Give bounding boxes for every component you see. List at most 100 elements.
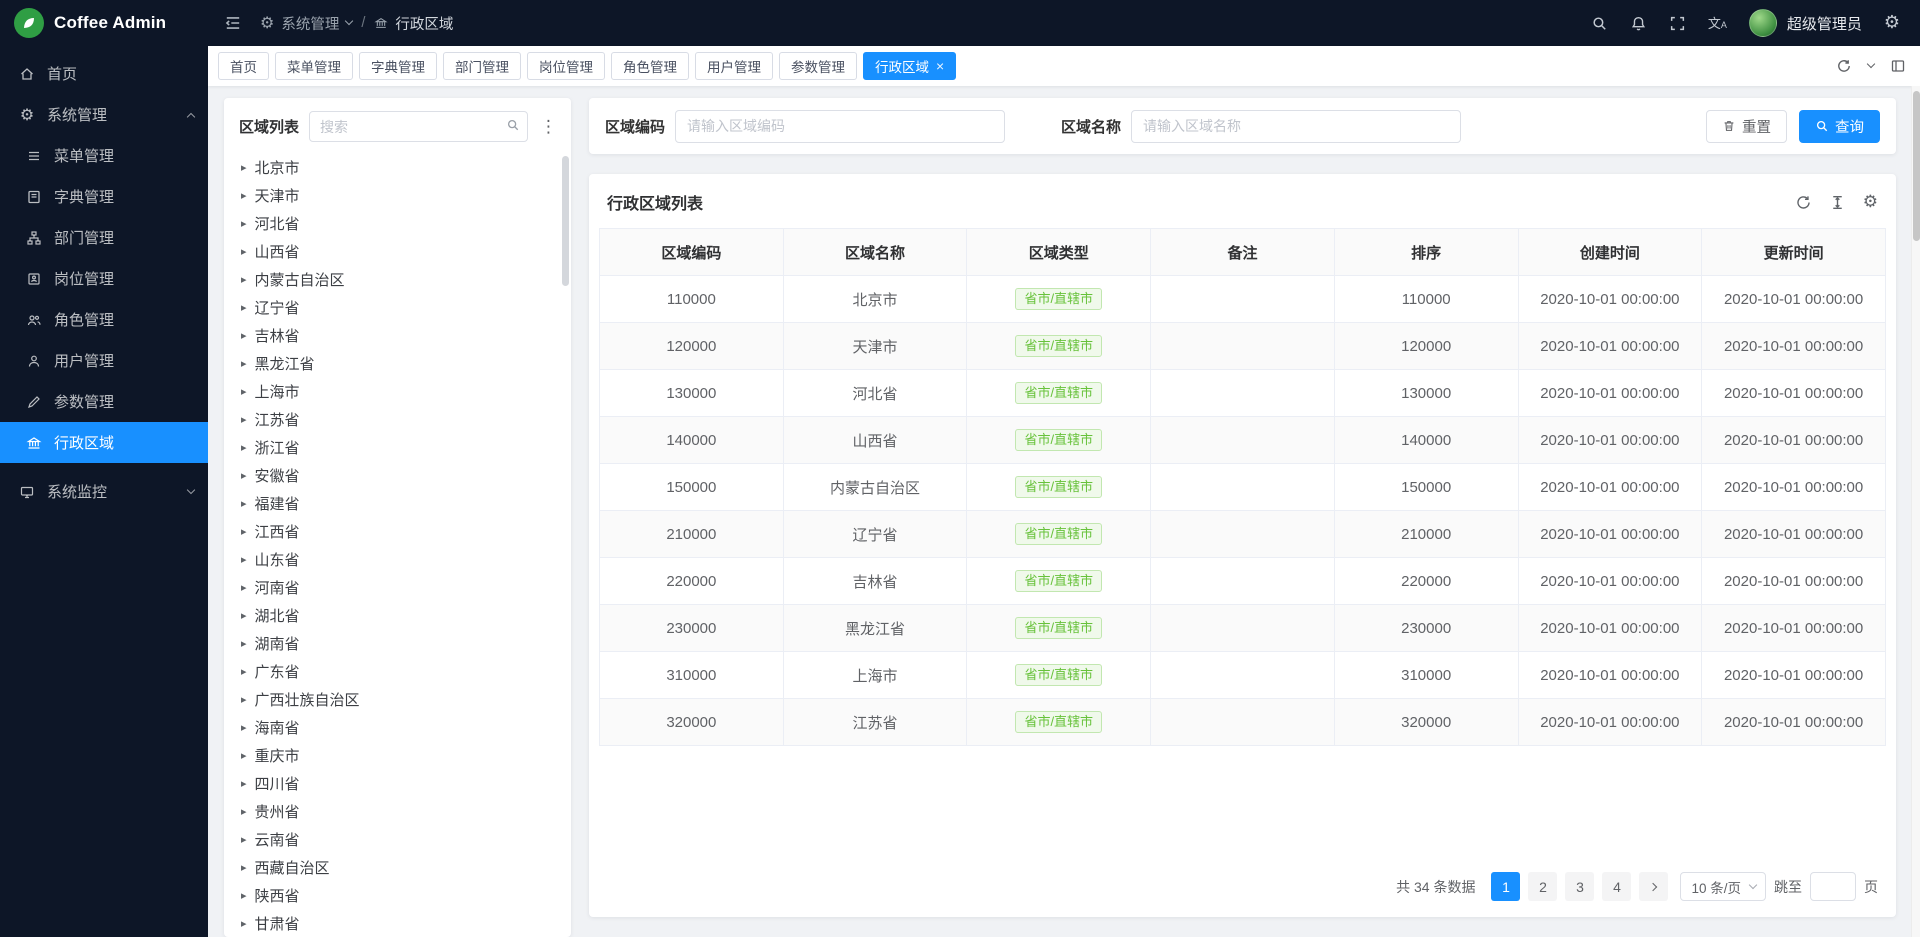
tree-item[interactable]: ▸江苏省	[224, 405, 571, 433]
caret-right-icon[interactable]: ▸	[241, 917, 247, 930]
logo[interactable]: Coffee Admin	[0, 0, 208, 46]
tree-item[interactable]: ▸黑龙江省	[224, 349, 571, 377]
code-filter-input[interactable]	[675, 110, 1005, 143]
tree-item[interactable]: ▸河南省	[224, 573, 571, 601]
caret-right-icon[interactable]: ▸	[241, 721, 247, 734]
more-options-icon[interactable]: ⋮	[538, 117, 559, 137]
caret-right-icon[interactable]: ▸	[241, 273, 247, 286]
caret-right-icon[interactable]: ▸	[241, 497, 247, 510]
caret-right-icon[interactable]: ▸	[241, 357, 247, 370]
query-button[interactable]: 查询	[1799, 110, 1880, 143]
caret-right-icon[interactable]: ▸	[241, 665, 247, 678]
caret-right-icon[interactable]: ▸	[241, 553, 247, 566]
tab-item[interactable]: 字典管理	[359, 52, 437, 80]
caret-right-icon[interactable]: ▸	[241, 441, 247, 454]
table-row[interactable]: 320000江苏省省市/直辖市3200002020-10-01 00:00:00…	[600, 699, 1886, 746]
tree-item[interactable]: ▸内蒙古自治区	[224, 265, 571, 293]
tree-item[interactable]: ▸福建省	[224, 489, 571, 517]
caret-right-icon[interactable]: ▸	[241, 413, 247, 426]
tab-item[interactable]: 岗位管理	[527, 52, 605, 80]
window-scrollbar-thumb[interactable]	[1913, 91, 1920, 241]
fullscreen-icon[interactable]	[1669, 15, 1686, 32]
settings-gear-icon[interactable]: ⚙	[1884, 14, 1900, 32]
caret-right-icon[interactable]: ▸	[241, 889, 247, 902]
tree-item[interactable]: ▸重庆市	[224, 741, 571, 769]
table-row[interactable]: 310000上海市省市/直辖市3100002020-10-01 00:00:00…	[600, 652, 1886, 699]
sidebar-item-system-monitor[interactable]: 系统监控	[0, 471, 208, 512]
sidebar-item-menu-management[interactable]: 菜单管理	[0, 135, 208, 176]
caret-right-icon[interactable]: ▸	[241, 805, 247, 818]
tree-item[interactable]: ▸贵州省	[224, 797, 571, 825]
caret-right-icon[interactable]: ▸	[241, 217, 247, 230]
caret-right-icon[interactable]: ▸	[241, 693, 247, 706]
next-page-button[interactable]	[1639, 872, 1668, 901]
tab-item[interactable]: 首页	[218, 52, 269, 80]
tree-item[interactable]: ▸吉林省	[224, 321, 571, 349]
tree-item[interactable]: ▸安徽省	[224, 461, 571, 489]
tab-item[interactable]: 角色管理	[611, 52, 689, 80]
caret-right-icon[interactable]: ▸	[241, 161, 247, 174]
column-height-icon[interactable]	[1829, 194, 1846, 211]
gear-icon[interactable]: ⚙	[1863, 194, 1878, 211]
tree-item[interactable]: ▸上海市	[224, 377, 571, 405]
table-row[interactable]: 210000辽宁省省市/直辖市2100002020-10-01 00:00:00…	[600, 511, 1886, 558]
window-scrollbar[interactable]	[1911, 86, 1920, 937]
sidebar-item-home[interactable]: 首页	[0, 53, 208, 94]
tree-item[interactable]: ▸山西省	[224, 237, 571, 265]
name-filter-input[interactable]	[1131, 110, 1461, 143]
table-row[interactable]: 220000吉林省省市/直辖市2200002020-10-01 00:00:00…	[600, 558, 1886, 605]
avatar[interactable]	[1749, 9, 1777, 37]
page-button[interactable]: 4	[1602, 872, 1631, 901]
tree-item[interactable]: ▸云南省	[224, 825, 571, 853]
tree-item[interactable]: ▸四川省	[224, 769, 571, 797]
caret-right-icon[interactable]: ▸	[241, 749, 247, 762]
tab-active[interactable]: 行政区域×	[863, 52, 956, 80]
table-row[interactable]: 130000河北省省市/直辖市1300002020-10-01 00:00:00…	[600, 370, 1886, 417]
caret-right-icon[interactable]: ▸	[241, 609, 247, 622]
page-size-select[interactable]: 10 条/页	[1680, 872, 1766, 901]
bell-icon[interactable]	[1630, 15, 1647, 32]
layout-icon[interactable]	[1890, 58, 1906, 74]
search-icon[interactable]	[506, 118, 520, 132]
tree-item[interactable]: ▸天津市	[224, 181, 571, 209]
table-row[interactable]: 150000内蒙古自治区省市/直辖市1500002020-10-01 00:00…	[600, 464, 1886, 511]
tree-item[interactable]: ▸西藏自治区	[224, 853, 571, 881]
tree-item[interactable]: ▸广东省	[224, 657, 571, 685]
sidebar-item-system-management[interactable]: ⚙ 系统管理	[0, 94, 208, 135]
caret-right-icon[interactable]: ▸	[241, 385, 247, 398]
tree-item[interactable]: ▸北京市	[224, 153, 571, 181]
table-row[interactable]: 140000山西省省市/直辖市1400002020-10-01 00:00:00…	[600, 417, 1886, 464]
tree-item[interactable]: ▸湖北省	[224, 601, 571, 629]
table-row[interactable]: 110000北京市省市/直辖市1100002020-10-01 00:00:00…	[600, 276, 1886, 323]
caret-right-icon[interactable]: ▸	[241, 469, 247, 482]
tree-search-input[interactable]	[309, 111, 528, 142]
sidebar-item-param-management[interactable]: 参数管理	[0, 381, 208, 422]
caret-right-icon[interactable]: ▸	[241, 245, 247, 258]
tree-item[interactable]: ▸陕西省	[224, 881, 571, 909]
chevron-down-icon[interactable]	[1867, 60, 1875, 68]
tab-item[interactable]: 菜单管理	[275, 52, 353, 80]
tree-item[interactable]: ▸湖南省	[224, 629, 571, 657]
refresh-icon[interactable]	[1836, 58, 1852, 74]
page-button[interactable]: 3	[1565, 872, 1594, 901]
caret-right-icon[interactable]: ▸	[241, 861, 247, 874]
reset-button[interactable]: 重置	[1706, 110, 1787, 143]
refresh-icon[interactable]	[1795, 194, 1812, 211]
user-name[interactable]: 超级管理员	[1787, 13, 1862, 34]
tree-scrollbar[interactable]	[562, 156, 569, 286]
sidebar-item-user-management[interactable]: 用户管理	[0, 340, 208, 381]
collapse-sidebar-icon[interactable]	[224, 14, 242, 32]
tree-item[interactable]: ▸浙江省	[224, 433, 571, 461]
tab-item[interactable]: 用户管理	[695, 52, 773, 80]
tab-item[interactable]: 参数管理	[779, 52, 857, 80]
tree-item[interactable]: ▸江西省	[224, 517, 571, 545]
caret-right-icon[interactable]: ▸	[241, 329, 247, 342]
tree-item[interactable]: ▸广西壮族自治区	[224, 685, 571, 713]
breadcrumb-section[interactable]: 系统管理	[281, 13, 339, 34]
tree-item[interactable]: ▸河北省	[224, 209, 571, 237]
caret-right-icon[interactable]: ▸	[241, 637, 247, 650]
sidebar-item-post-management[interactable]: 岗位管理	[0, 258, 208, 299]
translate-icon[interactable]: 文A	[1708, 17, 1727, 30]
tree-item[interactable]: ▸辽宁省	[224, 293, 571, 321]
page-button[interactable]: 2	[1528, 872, 1557, 901]
